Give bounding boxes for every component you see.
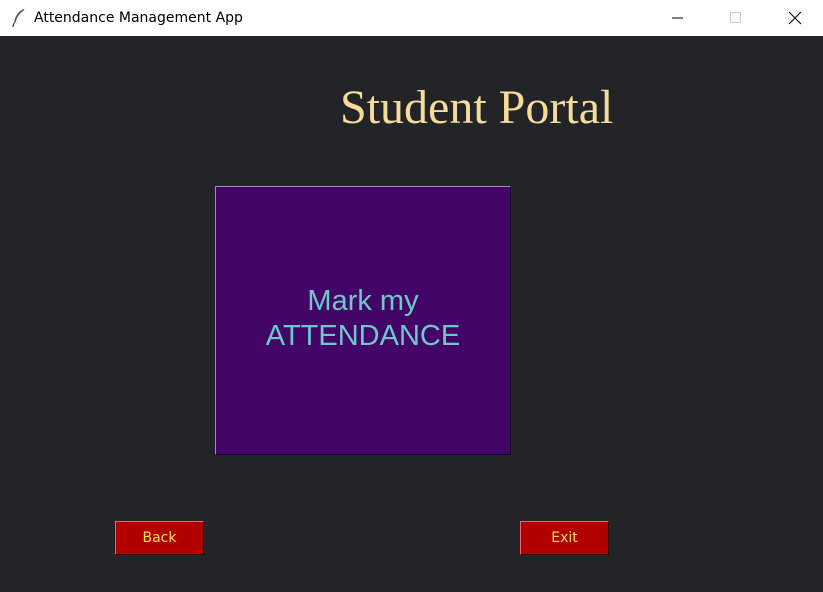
attendance-button-line2: ATTENDANCE xyxy=(265,319,461,352)
back-button[interactable]: Back xyxy=(115,521,204,555)
close-icon xyxy=(788,11,802,25)
title-bar[interactable]: Attendance Management App xyxy=(0,0,823,36)
minimize-button[interactable] xyxy=(655,0,701,36)
close-button[interactable] xyxy=(772,0,818,36)
mark-attendance-button[interactable]: Mark my ATTENDANCE xyxy=(215,186,511,455)
minimize-icon xyxy=(672,12,684,24)
maximize-icon xyxy=(730,12,742,24)
window-title: Attendance Management App xyxy=(34,10,243,26)
app-window: Attendance Management App Student Portal… xyxy=(0,0,823,592)
feather-icon xyxy=(11,8,27,28)
exit-button[interactable]: Exit xyxy=(520,521,609,555)
maximize-button[interactable] xyxy=(713,0,759,36)
attendance-button-line1: Mark my xyxy=(307,284,419,317)
page-title: Student Portal xyxy=(340,81,614,134)
main-content: Student Portal Mark my ATTENDANCE Back E… xyxy=(0,36,823,592)
